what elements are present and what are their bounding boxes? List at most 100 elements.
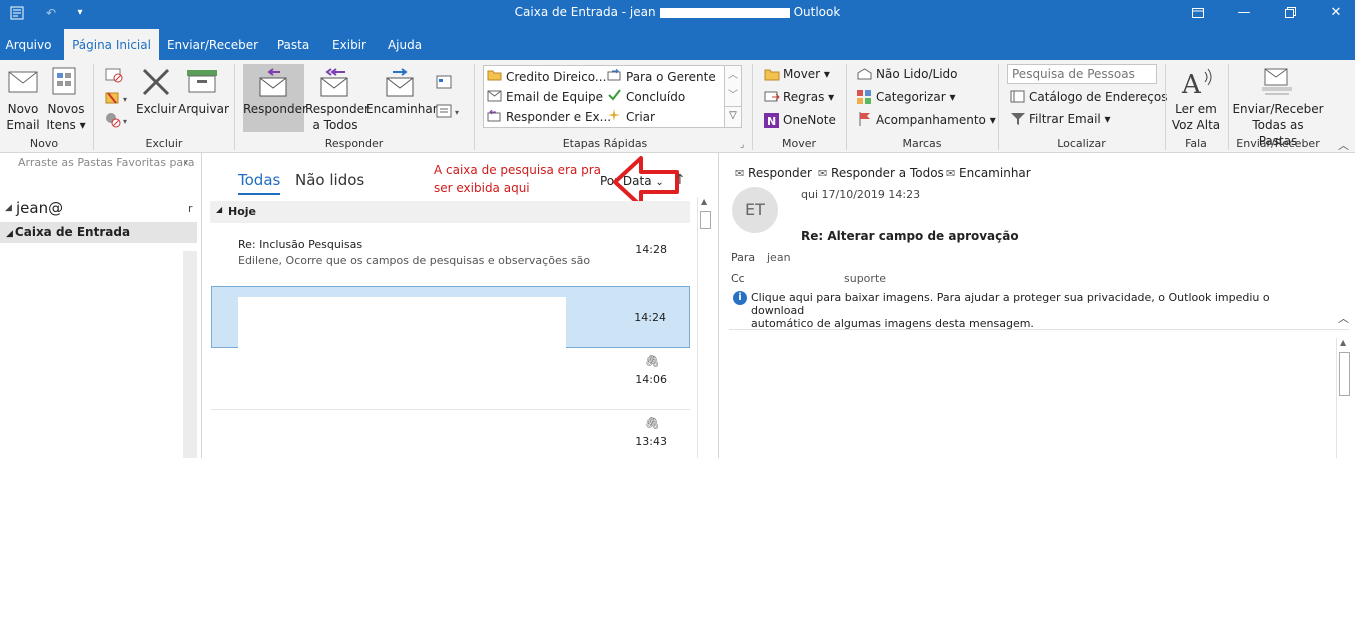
address-book-button[interactable]: Catálogo de Endereços — [1029, 89, 1168, 105]
svg-text:A: A — [1181, 70, 1202, 98]
new-email-button[interactable]: Novo Email — [3, 101, 43, 133]
message-time: 14:24 — [634, 311, 666, 324]
quick-steps-scroll[interactable]: ︿ ﹀ ▽ — [724, 65, 742, 128]
move-button[interactable]: Mover ▾ — [783, 66, 830, 82]
svg-text:▾: ▾ — [123, 95, 127, 104]
collapse-ribbon-icon[interactable]: ︿ — [1338, 137, 1349, 153]
folder-inbox[interactable]: ◢ Caixa de Entrada — [0, 222, 197, 243]
download-images-notice[interactable]: Clique aqui para baixar imagens. Para aj… — [751, 291, 1311, 330]
quick-step-item[interactable]: Criar — [626, 109, 655, 125]
read-aloud-icon: A — [1180, 66, 1214, 98]
scrollbar-thumb[interactable] — [700, 211, 711, 229]
scroll-up-icon[interactable]: ▲ — [1340, 338, 1346, 347]
read-aloud-button[interactable]: Ler em Voz Alta — [1168, 101, 1224, 133]
new-items-icon — [50, 66, 80, 96]
tab-pagina-inicial[interactable]: Página Inicial — [64, 29, 159, 60]
reading-scrollbar[interactable]: ▲ — [1336, 338, 1352, 458]
collapse-header-icon[interactable]: ︿ — [1338, 310, 1349, 326]
scroll-up-icon[interactable]: ︿ — [725, 66, 741, 86]
dialog-launcher-icon[interactable]: ⌟ — [740, 140, 744, 150]
categorize-button[interactable]: Categorizar ▾ — [876, 89, 955, 105]
search-people-input[interactable] — [1007, 64, 1157, 84]
group-label-marcas: Marcas — [902, 137, 942, 150]
reading-reply-all-button[interactable]: ✉ Responder a Todos — [818, 166, 944, 180]
new-items-label-2: Itens ▾ — [46, 118, 86, 132]
quick-step-item[interactable]: Para o Gerente — [626, 69, 716, 85]
reply-delete-icon — [487, 110, 502, 122]
group-header-label: Hoje — [228, 205, 256, 218]
quick-step-item[interactable]: Responder e Ex... — [506, 109, 611, 125]
cleanup-icon[interactable]: ▾ — [104, 89, 132, 107]
expand-gallery-icon[interactable]: ▽ — [725, 106, 741, 126]
forward-icon: ✉ — [946, 167, 956, 180]
to-value[interactable]: jean — [767, 251, 791, 264]
delete-button[interactable]: Excluir — [136, 101, 176, 117]
folder-scrollbar[interactable] — [183, 251, 197, 458]
archive-button[interactable]: Arquivar — [178, 101, 229, 117]
read-aloud-label-1: Ler em — [1175, 102, 1217, 116]
info-icon: i — [733, 291, 747, 305]
annotation-line-1: A caixa de pesquisa era pra — [434, 163, 602, 177]
new-items-button[interactable]: Novos Itens ▾ — [45, 101, 87, 133]
folder-pane: Arraste as Pastas Favoritas para ‹ ◢ jea… — [0, 153, 202, 458]
minimize-icon[interactable]: — — [1221, 0, 1267, 25]
reply-all-icon — [317, 68, 351, 98]
folder-inbox-label: Caixa de Entrada — [14, 225, 131, 239]
quick-step-item[interactable]: Credito Direico... — [506, 69, 606, 85]
scrollbar-thumb[interactable] — [1339, 352, 1350, 396]
meeting-icon[interactable] — [436, 74, 454, 90]
expand-account-icon[interactable]: ◢ — [5, 203, 12, 213]
rules-icon — [764, 91, 780, 104]
annotation-line-2: ser exibida aqui — [434, 181, 530, 195]
group-header-today[interactable]: ◢ Hoje — [210, 201, 690, 223]
forward-button[interactable]: Encaminhar — [366, 101, 438, 117]
unread-read-button[interactable]: Não Lido/Lido — [876, 66, 958, 82]
message-list: Todas Não lidos A caixa de pesquisa era … — [202, 153, 719, 458]
tab-arquivo[interactable]: Arquivo — [0, 32, 57, 60]
cc-label: Cc — [731, 272, 745, 285]
restore-icon[interactable] — [1267, 0, 1313, 25]
active-filter-underline — [238, 193, 280, 195]
cc-value[interactable]: suporte — [844, 272, 886, 285]
message-subject: Re: Inclusão Pesquisas — [238, 238, 363, 251]
tab-enviar-receber[interactable]: Enviar/Receber — [166, 32, 259, 60]
follow-up-button[interactable]: Acompanhamento ▾ — [876, 112, 996, 128]
message-list-scrollbar[interactable]: ▲ — [697, 197, 713, 458]
archive-icon — [186, 68, 218, 94]
filter-tab-unread[interactable]: Não lidos — [295, 171, 364, 189]
scroll-down-icon[interactable]: ﹀ — [725, 86, 741, 106]
junk-icon[interactable]: ▾ — [104, 111, 132, 129]
group-label-excluir: Excluir — [145, 137, 183, 150]
group-label-responder: Responder — [324, 137, 384, 150]
title-bar: ↶ ▾ Caixa de Entrada - jean Outlook — ✕ — [0, 0, 1355, 25]
tab-pasta[interactable]: Pasta — [270, 32, 316, 60]
collapse-folders-icon[interactable]: ‹ — [184, 156, 188, 169]
group-label-novo: Novo — [29, 137, 59, 150]
rules-button[interactable]: Regras ▾ — [783, 89, 834, 105]
close-icon[interactable]: ✕ — [1313, 0, 1355, 25]
onenote-button[interactable]: OneNote — [783, 112, 836, 128]
sparkle-icon — [607, 109, 622, 121]
tab-ajuda[interactable]: Ajuda — [383, 32, 427, 60]
attachment-icon: 🖇 — [644, 354, 660, 368]
reading-reply-button[interactable]: ✉ Responder — [735, 166, 812, 180]
reply-button[interactable]: Responder — [243, 101, 307, 117]
ignore-icon[interactable] — [104, 66, 124, 84]
filter-tab-all[interactable]: Todas — [238, 171, 280, 189]
reply-all-button[interactable]: Responder a Todos — [305, 101, 369, 133]
tab-exibir[interactable]: Exibir — [327, 32, 371, 60]
reading-forward-button[interactable]: ✉ Encaminhar — [946, 166, 1031, 180]
redacted-block — [238, 297, 566, 409]
filter-email-button[interactable]: Filtrar Email ▾ — [1029, 111, 1111, 127]
sort-direction-icon[interactable]: ↑ — [674, 172, 686, 188]
email-team-icon — [487, 90, 502, 102]
quick-step-item[interactable]: Email de Equipe — [506, 89, 603, 105]
quick-step-item[interactable]: Concluído — [626, 89, 685, 105]
group-label-localizar: Localizar — [1057, 137, 1106, 150]
more-respond-icon[interactable]: ▾ — [436, 103, 464, 119]
scroll-up-icon[interactable]: ▲ — [701, 197, 707, 206]
ribbon-display-icon[interactable] — [1175, 0, 1221, 25]
list-item[interactable]: Re: Inclusão Pesquisas Edilene, Ocorre q… — [211, 226, 690, 286]
account-name[interactable]: jean@ — [16, 199, 63, 217]
forward-icon — [383, 68, 417, 98]
